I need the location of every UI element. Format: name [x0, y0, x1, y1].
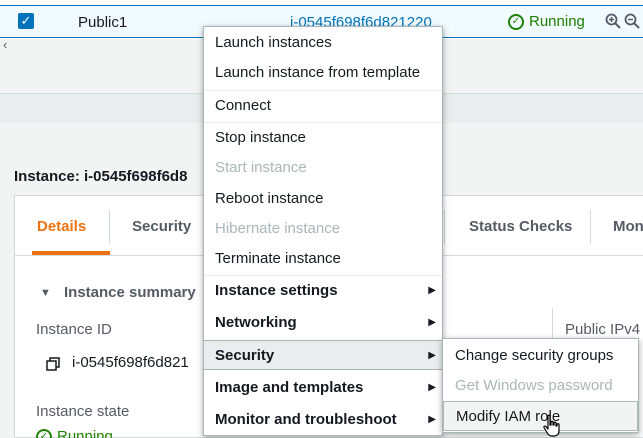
- scroll-left-icon[interactable]: ‹: [3, 37, 7, 52]
- instance-actions-menu: Launch instances Launch instance from te…: [203, 26, 443, 436]
- menu-item-launch-from-template[interactable]: Launch instance from template: [204, 58, 442, 88]
- instance-id-label: Instance ID: [36, 321, 112, 338]
- menu-item-instance-settings[interactable]: Instance settings ▶: [204, 276, 442, 306]
- submenu-arrow-icon: ▶: [428, 414, 436, 425]
- menu-item-monitor-and-troubleshoot[interactable]: Monitor and troubleshoot ▶: [204, 405, 442, 435]
- instance-title: Instance: i-0545f698f6d8: [14, 168, 188, 185]
- check-circle-icon: ✓: [36, 428, 52, 438]
- tab-details[interactable]: Details: [37, 218, 86, 235]
- menu-item-terminate-instance[interactable]: Terminate instance: [204, 244, 442, 274]
- instance-state-value: ✓ Running: [36, 428, 113, 438]
- menu-item-stop-instance[interactable]: Stop instance: [204, 123, 442, 153]
- caret-down-icon[interactable]: ▼: [40, 287, 51, 299]
- submenu-item-change-security-groups[interactable]: Change security groups: [443, 341, 638, 371]
- tab-monitoring[interactable]: Mon: [613, 218, 643, 235]
- public-ipv4-label: Public IPv4: [565, 321, 641, 338]
- menu-item-hibernate-instance: Hibernate instance: [215, 220, 341, 237]
- menu-item-security[interactable]: Security ▶: [204, 340, 442, 370]
- tab-security[interactable]: Security: [132, 218, 191, 235]
- menu-item-label: Image and templates: [215, 379, 364, 396]
- active-tab-indicator: [32, 251, 110, 255]
- menu-item-label: Security: [215, 347, 275, 364]
- zoom-out-icon[interactable]: [624, 13, 640, 29]
- row-checkbox[interactable]: ✓: [18, 13, 34, 29]
- instance-state-label: Instance state: [36, 403, 130, 420]
- menu-item-label: Monitor and troubleshoot: [215, 411, 397, 428]
- menu-item-label: Networking: [215, 314, 297, 331]
- row-state-text: Running: [529, 13, 585, 30]
- row-instance-name: Public1: [78, 14, 128, 31]
- row-instance-state: ✓ Running: [508, 13, 585, 30]
- menu-item-networking[interactable]: Networking ▶: [204, 308, 442, 338]
- instance-summary-toggle[interactable]: Instance summary: [64, 284, 196, 301]
- tab-separator: [444, 210, 445, 244]
- submenu-arrow-icon: ▶: [428, 382, 436, 393]
- menu-item-connect[interactable]: Connect: [204, 91, 442, 121]
- instance-id-value: i-0545f698f6d821: [72, 354, 189, 371]
- tab-separator: [590, 210, 591, 244]
- tab-status-checks[interactable]: Status Checks: [469, 218, 572, 235]
- submenu-arrow-icon: ▶: [428, 285, 436, 296]
- submenu-item-get-windows-password: Get Windows password: [455, 377, 613, 394]
- menu-item-image-and-templates[interactable]: Image and templates ▶: [204, 373, 442, 403]
- menu-item-label: Instance settings: [215, 282, 338, 299]
- menu-item-reboot-instance[interactable]: Reboot instance: [204, 184, 442, 214]
- submenu-arrow-icon: ▶: [428, 350, 436, 361]
- hand-cursor-icon: [543, 414, 560, 437]
- tab-separator: [109, 210, 110, 244]
- submenu-arrow-icon: ▶: [428, 317, 436, 328]
- instance-state-text: Running: [57, 428, 113, 438]
- copy-icon[interactable]: [46, 357, 60, 371]
- check-circle-icon: ✓: [508, 13, 524, 30]
- zoom-in-icon[interactable]: [605, 13, 621, 29]
- menu-item-launch-instances[interactable]: Launch instances: [204, 28, 442, 58]
- menu-item-start-instance: Start instance: [215, 159, 307, 176]
